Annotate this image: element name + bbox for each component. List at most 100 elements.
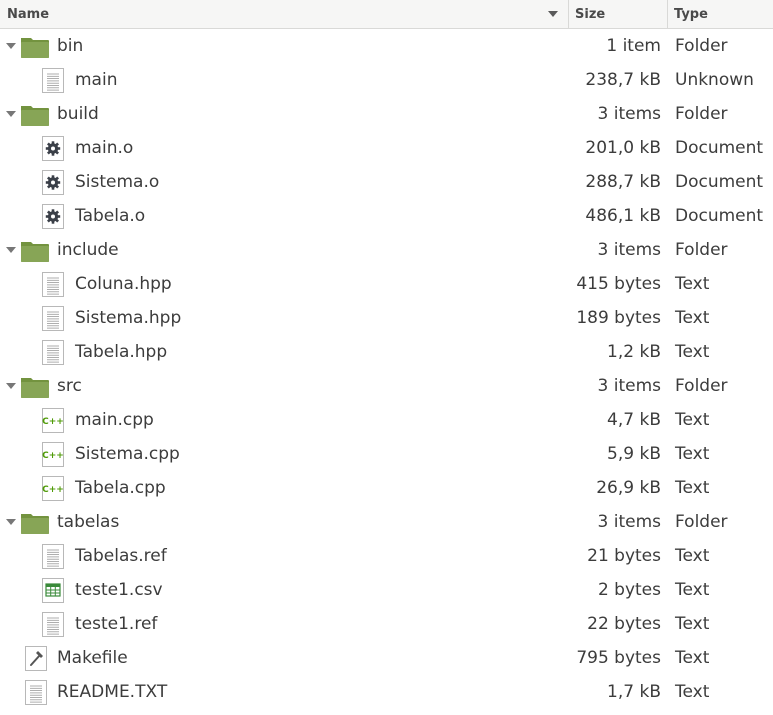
file-row[interactable]: Sistema.o 288,7 kB Document [0,165,773,199]
expander-arrow-icon[interactable] [6,519,16,525]
file-type: Text [675,274,710,294]
file-type: Folder [675,240,728,260]
file-size: 1,7 kB [607,682,661,702]
file-size: 3 items [597,512,661,532]
text-file-icon [42,612,67,637]
type-column-header[interactable]: Type [668,0,773,28]
file-row[interactable]: Sistema.hpp 189 bytes Text [0,301,773,335]
file-row[interactable]: main.o 201,0 kB Document [0,131,773,165]
makefile-icon [25,646,50,671]
file-name: Tabela.o [75,206,146,226]
svg-text:C++: C++ [42,417,64,427]
expander-arrow-icon[interactable] [6,43,16,49]
expander-arrow-icon[interactable] [6,247,16,253]
file-row[interactable]: main 238,7 kB Unknown [0,63,773,97]
file-name: Makefile [57,648,128,668]
file-type: Text [675,342,710,362]
file-size: 4,7 kB [607,410,661,430]
file-name: Sistema.hpp [75,308,182,328]
file-size: 5,9 kB [607,444,661,464]
file-row[interactable]: teste1.csv 2 bytes Text [0,573,773,607]
expander-arrow-icon[interactable] [6,111,16,117]
text-file-icon [42,340,67,365]
file-size: 3 items [597,104,661,124]
folder-row[interactable]: build 3 items Folder [0,97,773,131]
cpp-file-icon: C++ [42,476,67,501]
cpp-file-icon: C++ [42,442,67,467]
file-name: Coluna.hpp [75,274,172,294]
file-type: Unknown [675,70,754,90]
file-row[interactable]: Coluna.hpp 415 bytes Text [0,267,773,301]
folder-row[interactable]: bin 1 item Folder [0,29,773,63]
file-size: 1 item [606,36,661,56]
folder-icon [20,35,49,60]
sort-descending-icon [548,11,558,17]
file-type: Folder [675,104,728,124]
file-size: 1,2 kB [607,342,661,362]
folder-row[interactable]: src 3 items Folder [0,369,773,403]
file-name: teste1.csv [75,580,163,600]
size-column-label: Size [575,7,606,22]
file-type: Document [675,138,764,158]
file-type: Text [675,614,710,634]
file-row[interactable]: C++ Sistema.cpp 5,9 kB Text [0,437,773,471]
file-row[interactable]: C++ main.cpp 4,7 kB Text [0,403,773,437]
file-name: Tabela.hpp [75,342,168,362]
expander-arrow-icon[interactable] [6,383,16,389]
file-row[interactable]: README.TXT 1,7 kB Text [0,675,773,709]
file-name: Sistema.o [75,172,160,192]
folder-icon [20,375,49,400]
spreadsheet-file-icon [42,578,67,603]
folder-row[interactable]: include 3 items Folder [0,233,773,267]
file-size: 21 bytes [587,546,661,566]
file-size: 3 items [597,240,661,260]
text-file-icon [42,544,67,569]
file-row[interactable]: Tabelas.ref 21 bytes Text [0,539,773,573]
file-list: bin 1 item Folder main 238,7 kB Unknown build 3… [0,29,773,709]
cpp-file-icon: C++ [42,408,67,433]
file-name: teste1.ref [75,614,158,634]
file-type: Folder [675,512,728,532]
svg-text:C++: C++ [42,451,64,461]
gear-file-icon [42,136,67,161]
file-name: main.o [75,138,134,158]
file-row[interactable]: Makefile 795 bytes Text [0,641,773,675]
file-name: Sistema.cpp [75,444,180,464]
file-type: Text [675,444,710,464]
file-name: main.cpp [75,410,154,430]
file-type: Text [675,546,710,566]
gear-file-icon [42,170,67,195]
file-name: include [57,240,119,260]
file-type: Text [675,580,710,600]
file-row[interactable]: C++ Tabela.cpp 26,9 kB Text [0,471,773,505]
file-row[interactable]: Tabela.hpp 1,2 kB Text [0,335,773,369]
file-size: 486,1 kB [585,206,661,226]
folder-row[interactable]: tabelas 3 items Folder [0,505,773,539]
file-size: 415 bytes [576,274,661,294]
file-type: Text [675,648,710,668]
folder-icon [20,511,49,536]
svg-text:C++: C++ [42,485,64,495]
file-name: Tabelas.ref [75,546,167,566]
file-size: 189 bytes [576,308,661,328]
file-type: Text [675,682,710,702]
file-name: README.TXT [57,682,168,702]
file-size: 795 bytes [576,648,661,668]
file-type: Folder [675,36,728,56]
file-name: src [57,376,82,396]
file-size: 3 items [597,376,661,396]
file-size: 26,9 kB [596,478,661,498]
file-name: main [75,70,118,90]
name-column-header[interactable]: Name [0,0,569,28]
file-row[interactable]: Tabela.o 486,1 kB Document [0,199,773,233]
file-type: Folder [675,376,728,396]
file-row[interactable]: teste1.ref 22 bytes Text [0,607,773,641]
type-column-label: Type [674,7,708,22]
file-type: Document [675,206,764,226]
file-name: tabelas [57,512,120,532]
size-column-header[interactable]: Size [569,0,668,28]
name-column-label: Name [7,7,50,22]
text-file-icon [42,306,67,331]
file-size: 201,0 kB [585,138,661,158]
text-file-icon [25,680,50,705]
